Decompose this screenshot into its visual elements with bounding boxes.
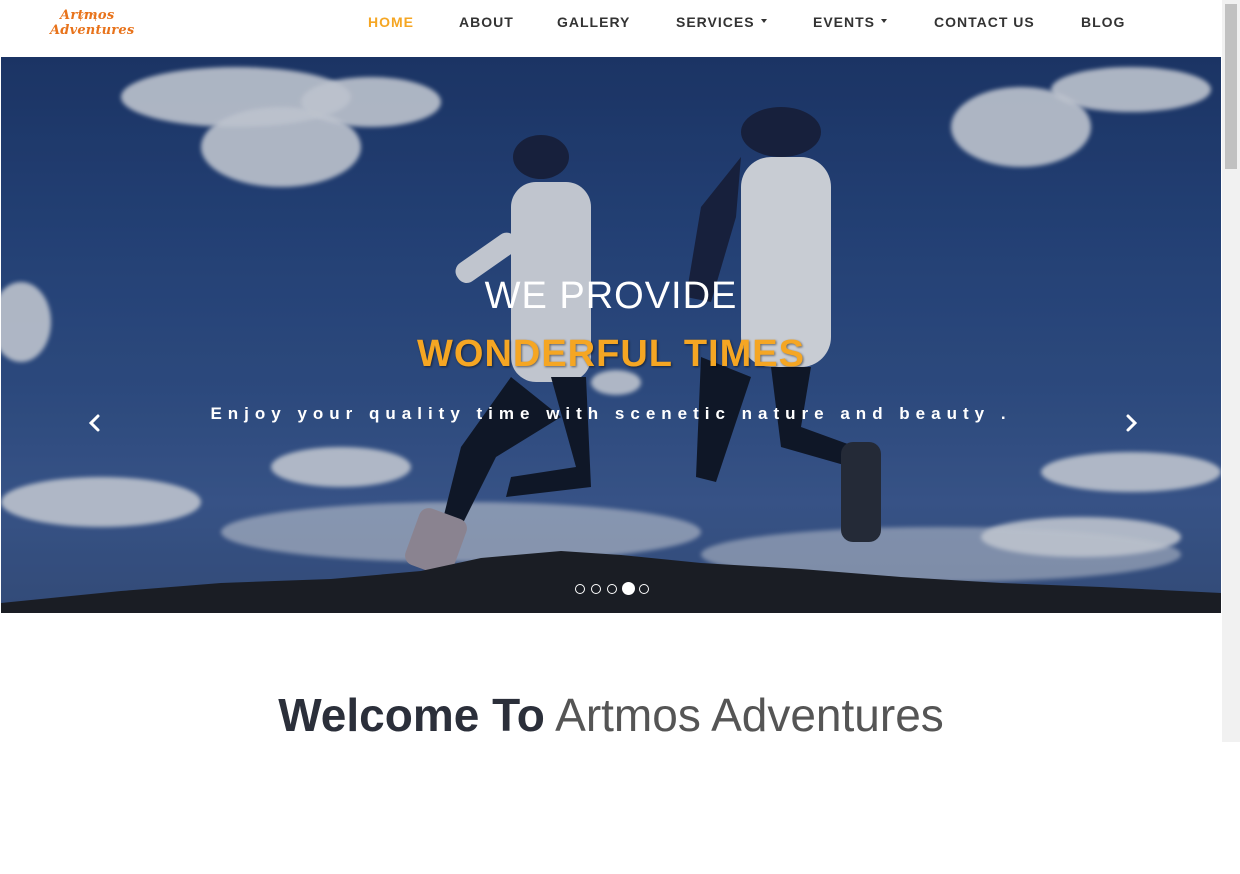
nav-events-label: EVENTS (813, 14, 876, 30)
nav-events[interactable]: EVENTS (813, 14, 888, 30)
scrollbar-thumb[interactable] (1225, 4, 1237, 169)
welcome-brand: Artmos Adventures (555, 689, 944, 741)
welcome-bold: Welcome To (278, 689, 545, 741)
nav-services[interactable]: SERVICES (676, 14, 767, 30)
logo-line2: Adventures (50, 23, 135, 38)
carousel-dot-active[interactable] (622, 582, 635, 595)
nav-blog[interactable]: BLOG (1081, 14, 1125, 30)
carousel-dot[interactable] (607, 584, 617, 594)
hero-subtitle: Enjoy your quality time with scenetic na… (210, 404, 1012, 423)
caret-down-icon (881, 19, 888, 24)
welcome-heading: Welcome To Artmos Adventures (0, 688, 1222, 742)
nav-about[interactable]: ABOUT (459, 14, 514, 30)
carousel-dot[interactable] (639, 584, 649, 594)
nav-home[interactable]: HOME (368, 14, 414, 30)
scrollbar[interactable] (1222, 0, 1240, 742)
nav-contact[interactable]: CONTACT US (934, 14, 1035, 30)
nav-services-label: SERVICES (676, 14, 755, 30)
carousel-dot[interactable] (591, 584, 601, 594)
hero-carousel: WE PROVIDE WONDERFUL TIMES Enjoy your qu… (1, 57, 1221, 613)
chevron-right-icon[interactable] (1121, 413, 1141, 433)
carousel-dot[interactable] (575, 584, 585, 594)
hero-heading-highlight: WONDERFUL TIMES (417, 333, 805, 375)
hero-heading: WE PROVIDE (484, 275, 738, 317)
navbar: Artmos Adventures HOME ABOUT GALLERY SER… (0, 0, 1222, 56)
site-logo[interactable]: Artmos Adventures (50, 8, 142, 42)
nav-gallery[interactable]: GALLERY (557, 14, 630, 30)
logo-line1: Artmos (60, 8, 115, 23)
caret-down-icon (760, 19, 767, 24)
chevron-left-icon[interactable] (85, 413, 105, 433)
